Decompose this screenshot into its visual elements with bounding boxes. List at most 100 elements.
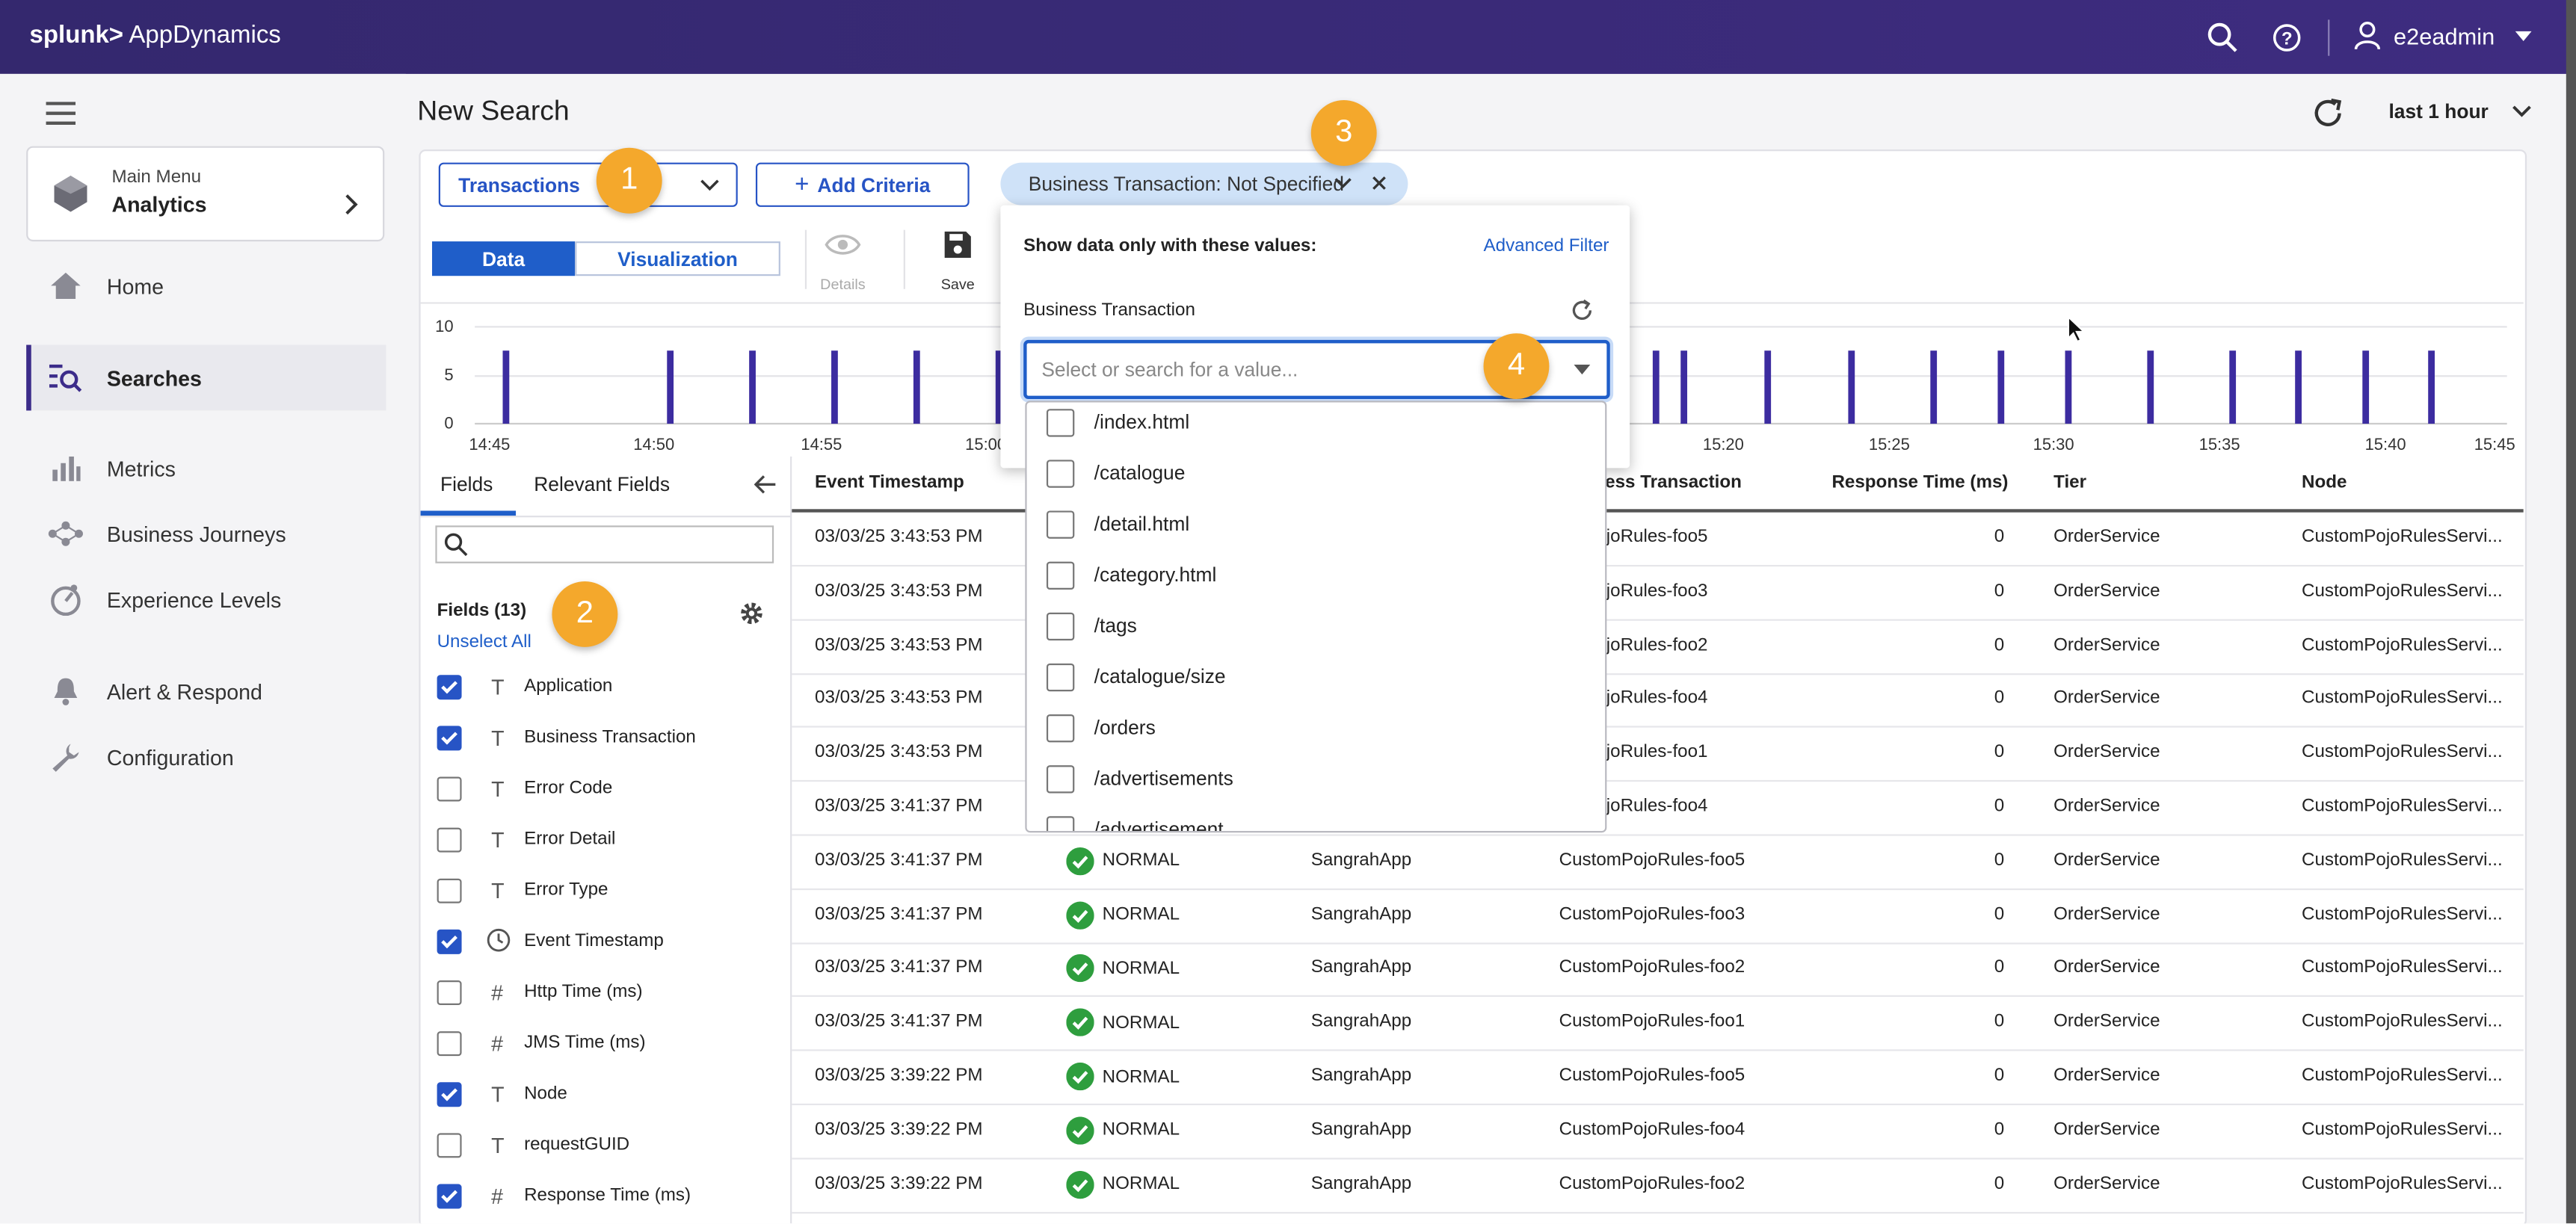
field-checkbox[interactable]	[437, 1184, 462, 1209]
filter-chip[interactable]: Business Transaction: Not Specified	[1000, 162, 1408, 205]
time-range-picker[interactable]: last 1 hour	[2388, 100, 2531, 123]
sidebar-item-home[interactable]: Home	[26, 253, 381, 318]
column-header-business-transaction[interactable]: ess Transaction	[1605, 473, 1742, 492]
field-checkbox[interactable]	[437, 827, 462, 853]
tab-visualization[interactable]: Visualization	[575, 241, 780, 276]
cell-application: SangrahApp	[1310, 958, 1412, 978]
column-header-node[interactable]: Node	[2302, 473, 2347, 492]
sidebar-item-alert-respond[interactable]: Alert & Respond	[26, 658, 381, 724]
table-row[interactable]: 03/03/25 3:41:37 PM SangrahApp CustomPojoR…	[792, 942, 2524, 998]
toolbar-divider	[804, 229, 807, 289]
filter-chip-label: Business Transaction: Not Specified	[1028, 172, 1344, 196]
status-badge: NORMAL	[1066, 900, 1180, 930]
chart-bar[interactable]	[2147, 350, 2154, 424]
field-checkbox[interactable]	[437, 675, 462, 700]
filter-field-label: Business Transaction	[1023, 300, 1195, 321]
divider	[420, 516, 791, 518]
tab-data[interactable]: Data	[431, 241, 576, 276]
user-menu[interactable]: e2eadmin	[2354, 22, 2531, 52]
table-row[interactable]: 03/03/25 3:41:37 PM SangrahApp CustomPojoR…	[792, 888, 2524, 944]
refresh-icon[interactable]	[2310, 95, 2346, 139]
field-checkbox[interactable]	[437, 878, 462, 903]
callout-badge-2: 2	[552, 581, 618, 647]
add-criteria-button[interactable]: + Add Criteria	[755, 162, 970, 207]
hamburger-menu-icon[interactable]	[46, 102, 76, 133]
field-checkbox[interactable]	[437, 776, 462, 802]
reset-icon[interactable]	[1571, 299, 1594, 322]
option-checkbox[interactable]	[1046, 510, 1075, 539]
field-checkbox[interactable]	[437, 929, 462, 954]
chart-bar[interactable]	[913, 350, 920, 424]
column-header-response-time[interactable]: Response Time (ms)	[1831, 473, 2008, 492]
chart-bar[interactable]	[667, 350, 674, 424]
option-checkbox[interactable]	[1046, 561, 1075, 590]
field-checkbox[interactable]	[437, 1031, 462, 1057]
chart-bar[interactable]	[2362, 350, 2370, 424]
fields-search-input[interactable]	[435, 525, 774, 563]
field-checkbox[interactable]	[437, 726, 462, 751]
option-checkbox[interactable]	[1046, 714, 1075, 743]
field-checkbox[interactable]	[437, 1082, 462, 1107]
column-header-tier[interactable]: Tier	[2053, 473, 2086, 492]
column-header-event-timestamp[interactable]: Event Timestamp	[815, 473, 964, 492]
chart-bar[interactable]	[749, 350, 756, 424]
chart-bar[interactable]	[1652, 350, 1660, 424]
chart-bar[interactable]	[1997, 350, 2005, 424]
chart-bar[interactable]	[1848, 350, 1855, 424]
table-row[interactable]: 03/03/25 3:39:22 PM SangrahApp CustomPojoR…	[792, 1103, 2524, 1160]
field-label: Event Timestamp	[524, 931, 664, 951]
option-checkbox[interactable]	[1046, 460, 1075, 488]
cell-event-timestamp: 03/03/25 3:39:22 PM	[815, 1066, 983, 1086]
field-checkbox[interactable]	[437, 1133, 462, 1158]
chart-bar[interactable]	[1764, 350, 1772, 424]
search-icon[interactable]	[2207, 22, 2240, 63]
caret-down-icon[interactable]	[1574, 364, 1591, 375]
sidebar-item-metrics[interactable]: Metrics	[26, 435, 381, 501]
gear-icon[interactable]	[739, 601, 764, 625]
sidebar-item-configuration[interactable]: Configuration	[26, 724, 381, 790]
sidebar-item-label: Business Journeys	[106, 521, 286, 546]
unselect-all-link[interactable]: Unselect All	[437, 632, 531, 652]
save-label: Save	[940, 276, 975, 293]
option-checkbox[interactable]	[1046, 663, 1075, 692]
brand-logo[interactable]: splunk> AppDynamics	[30, 22, 281, 49]
chart-bar[interactable]	[2295, 350, 2302, 424]
journey-icon	[46, 521, 86, 547]
chart-bar[interactable]	[2428, 350, 2435, 424]
field-label: Business Transaction	[524, 727, 696, 747]
table-row[interactable]: 03/03/25 3:39:22 PM SangrahApp CustomPojoR…	[792, 1157, 2524, 1214]
chart-bar[interactable]	[1930, 350, 1938, 424]
chart-bar[interactable]	[2065, 350, 2072, 424]
event-type-select[interactable]: Transactions	[438, 162, 738, 207]
option-checkbox[interactable]	[1046, 409, 1075, 437]
cell-response-time: 0	[1994, 850, 2005, 871]
table-row[interactable]: 03/03/25 3:39:22 PM SangrahApp CustomPojoR…	[792, 1049, 2524, 1106]
cell-event-timestamp: 03/03/25 3:41:37 PM	[815, 796, 983, 817]
chart-bar[interactable]	[1680, 350, 1688, 424]
sidebar-item-business-journeys[interactable]: Business Journeys	[26, 501, 381, 566]
cell-tier: OrderService	[2053, 796, 2160, 817]
cell-event-timestamp: 03/03/25 3:43:53 PM	[815, 634, 983, 655]
option-checkbox[interactable]	[1046, 816, 1075, 832]
sidebar-item-experience-levels[interactable]: Experience Levels	[26, 566, 381, 632]
option-checkbox[interactable]	[1046, 612, 1075, 641]
chart-bar[interactable]	[2229, 350, 2237, 424]
tab-fields[interactable]: Fields	[440, 473, 493, 496]
field-checkbox[interactable]	[437, 980, 462, 1005]
chart-bar[interactable]	[502, 350, 510, 424]
help-icon[interactable]: ?	[2272, 23, 2302, 61]
table-row[interactable]: 03/03/25 3:41:37 PM SangrahApp CustomPojoR…	[792, 834, 2524, 890]
advanced-filter-link[interactable]: Advanced Filter	[1484, 236, 1609, 256]
close-icon[interactable]	[1372, 176, 1387, 191]
chart-bar[interactable]	[831, 350, 838, 424]
option-checkbox[interactable]	[1046, 765, 1075, 794]
tab-relevant-fields[interactable]: Relevant Fields	[534, 473, 670, 496]
table-row[interactable]: 03/03/25 3:41:37 PM SangrahApp CustomPojoR…	[792, 995, 2524, 1051]
sidebar-item-searches[interactable]: Searches	[26, 344, 386, 411]
chevron-down-icon[interactable]	[1334, 177, 1352, 188]
cell-tier: OrderService	[2053, 1066, 2160, 1086]
main-menu-card[interactable]: Main Menu Analytics	[26, 146, 385, 242]
save-button[interactable]: Save	[933, 230, 982, 293]
x-tick-label: 15:25	[1869, 435, 1910, 454]
arrow-left-icon[interactable]	[754, 475, 777, 494]
